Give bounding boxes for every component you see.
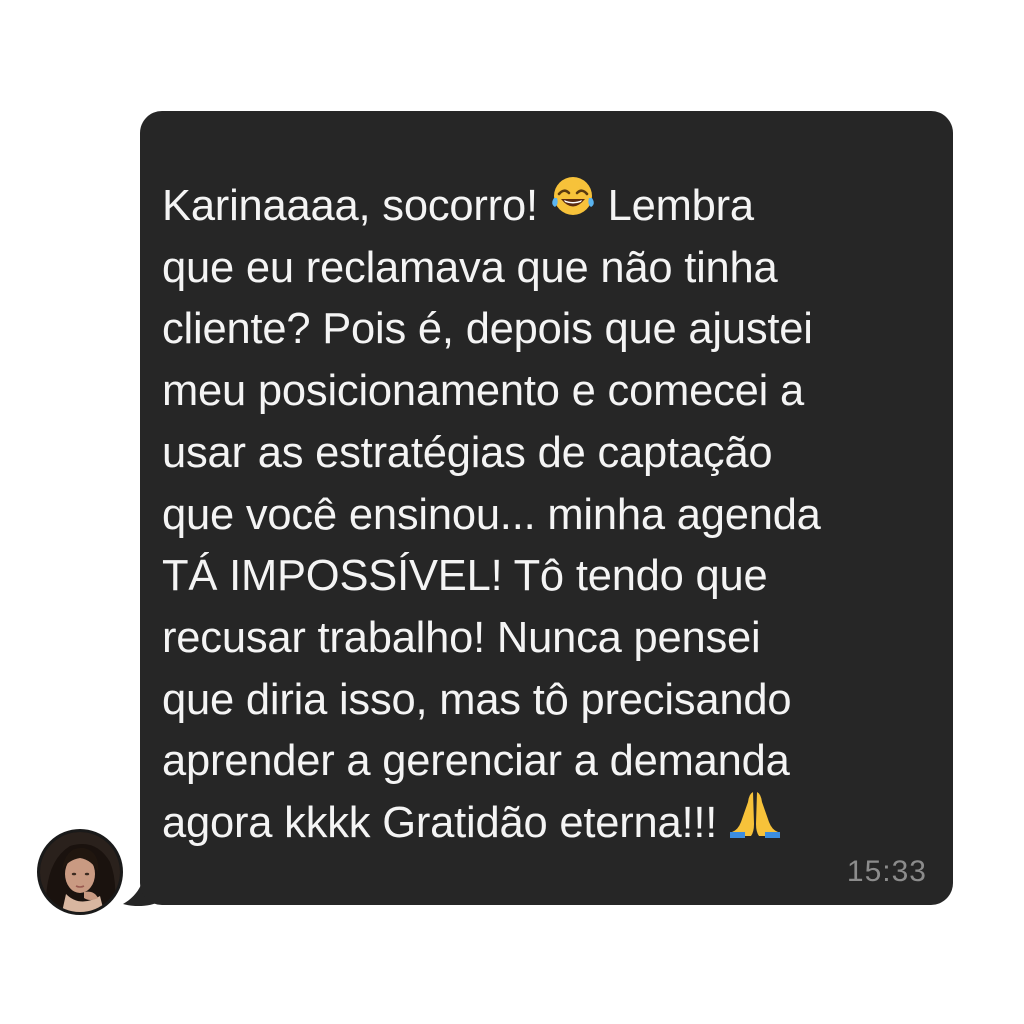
message-text: Karinaaaa, socorro! Lembra que eu reclam…: [162, 176, 932, 855]
sender-avatar[interactable]: [37, 829, 123, 915]
message-line: que diria isso, mas tô precisando: [162, 675, 792, 724]
message-line: que você ensinou... minha agenda: [162, 490, 821, 539]
message-bubble[interactable]: Karinaaaa, socorro! Lembra que eu reclam…: [140, 111, 953, 905]
message-line: Karinaaaa, socorro! Lembra: [162, 176, 932, 238]
message-line: recusar trabalho! Nunca pensei: [162, 613, 761, 662]
tears-of-joy-emoji: [550, 174, 596, 236]
message-line: aprender a gerenciar a demanda: [162, 737, 790, 786]
message-line: agora kkkk Gratidão eterna!!!: [162, 791, 932, 855]
message-line: cliente? Pois é, depois que ajustei: [162, 305, 813, 354]
message-line: que eu reclamava que não tinha: [162, 243, 778, 292]
message-line: usar as estratégias de captação: [162, 428, 773, 477]
message-line: meu posicionamento e comecei a: [162, 367, 805, 416]
chat-canvas: Karinaaaa, socorro! Lembra que eu reclam…: [0, 0, 1024, 1024]
avatar-photo-icon: [40, 832, 120, 912]
message-line: TÁ IMPOSSÍVEL! Tô tendo que: [162, 552, 768, 601]
message-timestamp: 15:33: [846, 855, 927, 888]
folded-hands-emoji: [729, 788, 781, 856]
